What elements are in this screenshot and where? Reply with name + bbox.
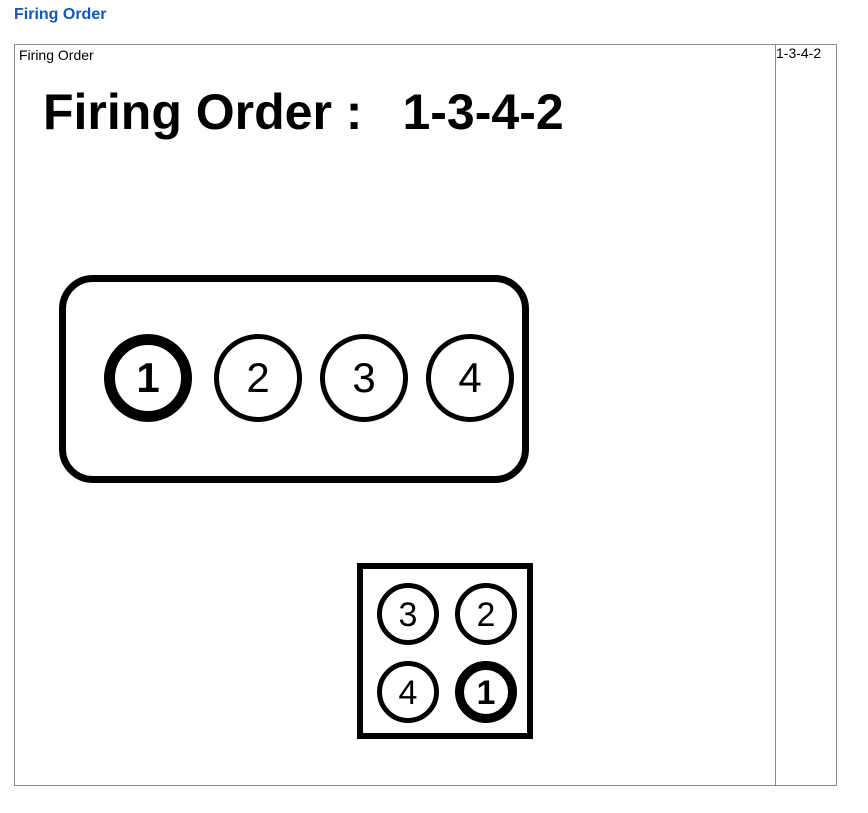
- distributor-cap: 3 2 4 1: [357, 563, 533, 739]
- diagram-title-label: Firing Order :: [43, 84, 362, 140]
- distributor-terminal-3: 3: [377, 583, 439, 645]
- firing-order-sidecell: 1-3-4-2: [776, 45, 837, 786]
- distributor-terminal-1: 1: [455, 661, 517, 723]
- distributor-terminal-4: 4: [377, 661, 439, 723]
- diagram-title: Firing Order : 1-3-4-2: [43, 83, 564, 141]
- diagram-title-order: 1-3-4-2: [402, 84, 563, 140]
- table-caption: Firing Order: [15, 45, 775, 65]
- engine-block: 1 2 3 4: [59, 275, 529, 483]
- diagram-table: Firing Order Firing Order : 1-3-4-2 1 2 3…: [14, 44, 837, 786]
- distributor-terminal-2: 2: [455, 583, 517, 645]
- cylinder-3: 3: [320, 334, 408, 422]
- firing-order-diagram: Firing Order : 1-3-4-2 1 2 3 4 3 2 4: [15, 65, 775, 785]
- section-heading: Firing Order: [0, 0, 868, 24]
- cylinder-2: 2: [214, 334, 302, 422]
- diagram-cell: Firing Order Firing Order : 1-3-4-2 1 2 3…: [15, 45, 776, 786]
- page-root: Firing Order Firing Order Firing Order :…: [0, 0, 868, 813]
- cylinder-1: 1: [104, 334, 192, 422]
- cylinder-4: 4: [426, 334, 514, 422]
